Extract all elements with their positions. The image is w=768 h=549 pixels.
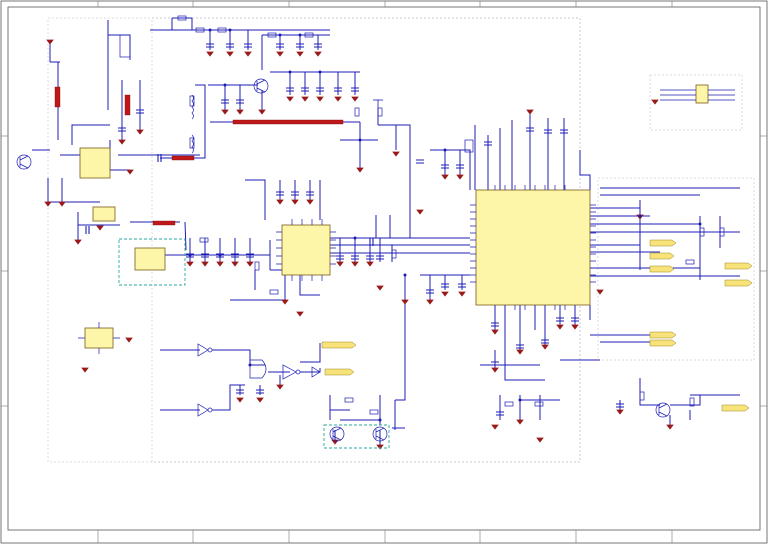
junction-dots (188, 28, 702, 422)
wire-network (32, 17, 740, 445)
power-flag-vcc-top (373, 99, 383, 108)
main-ic-body (475, 189, 591, 306)
switch-ic-body (79, 147, 111, 179)
header-ic-body (695, 84, 709, 104)
regulator-ic-body (134, 247, 166, 271)
logic-gates (197, 343, 321, 417)
inductors (191, 94, 194, 154)
schematic-sheet (0, 0, 768, 544)
mid-ic-body (281, 224, 331, 276)
small-ic-body (92, 206, 116, 222)
dotted-region-borders (47, 17, 755, 463)
connector-ic-body (84, 327, 114, 349)
schematic-canvas (0, 0, 768, 544)
